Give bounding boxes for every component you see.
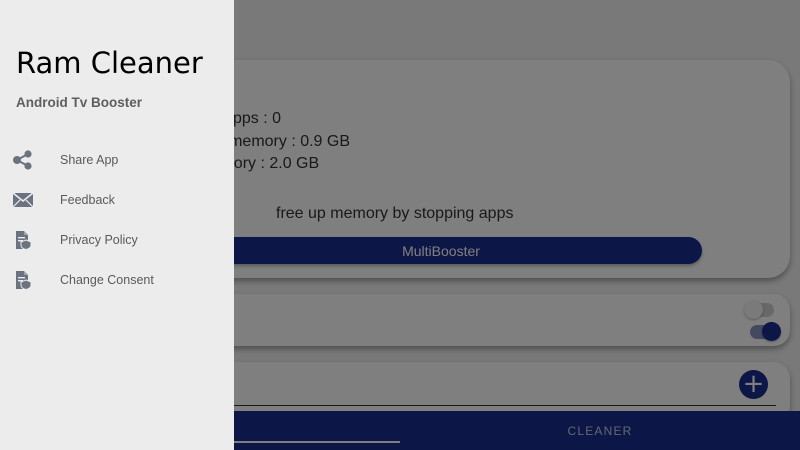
share-icon [12, 150, 34, 170]
menu-item-label: Privacy Policy [60, 233, 138, 247]
menu-item-share-app[interactable]: Share App [0, 140, 234, 180]
drawer-title: Ram Cleaner [16, 46, 203, 80]
menu-item-label: Share App [60, 153, 119, 167]
menu-item-change-consent[interactable]: Change Consent [0, 260, 234, 300]
menu-item-label: Change Consent [60, 273, 154, 287]
document-shield-icon [12, 230, 34, 251]
menu-item-label: Feedback [60, 193, 115, 207]
menu-item-feedback[interactable]: Feedback [0, 180, 234, 220]
navigation-drawer: Ram Cleaner Android Tv Booster Share App… [0, 0, 234, 450]
mail-icon [12, 190, 34, 210]
drawer-subtitle: Android Tv Booster [16, 95, 143, 110]
menu-item-privacy-policy[interactable]: Privacy Policy [0, 220, 234, 260]
document-shield-icon [12, 270, 34, 291]
